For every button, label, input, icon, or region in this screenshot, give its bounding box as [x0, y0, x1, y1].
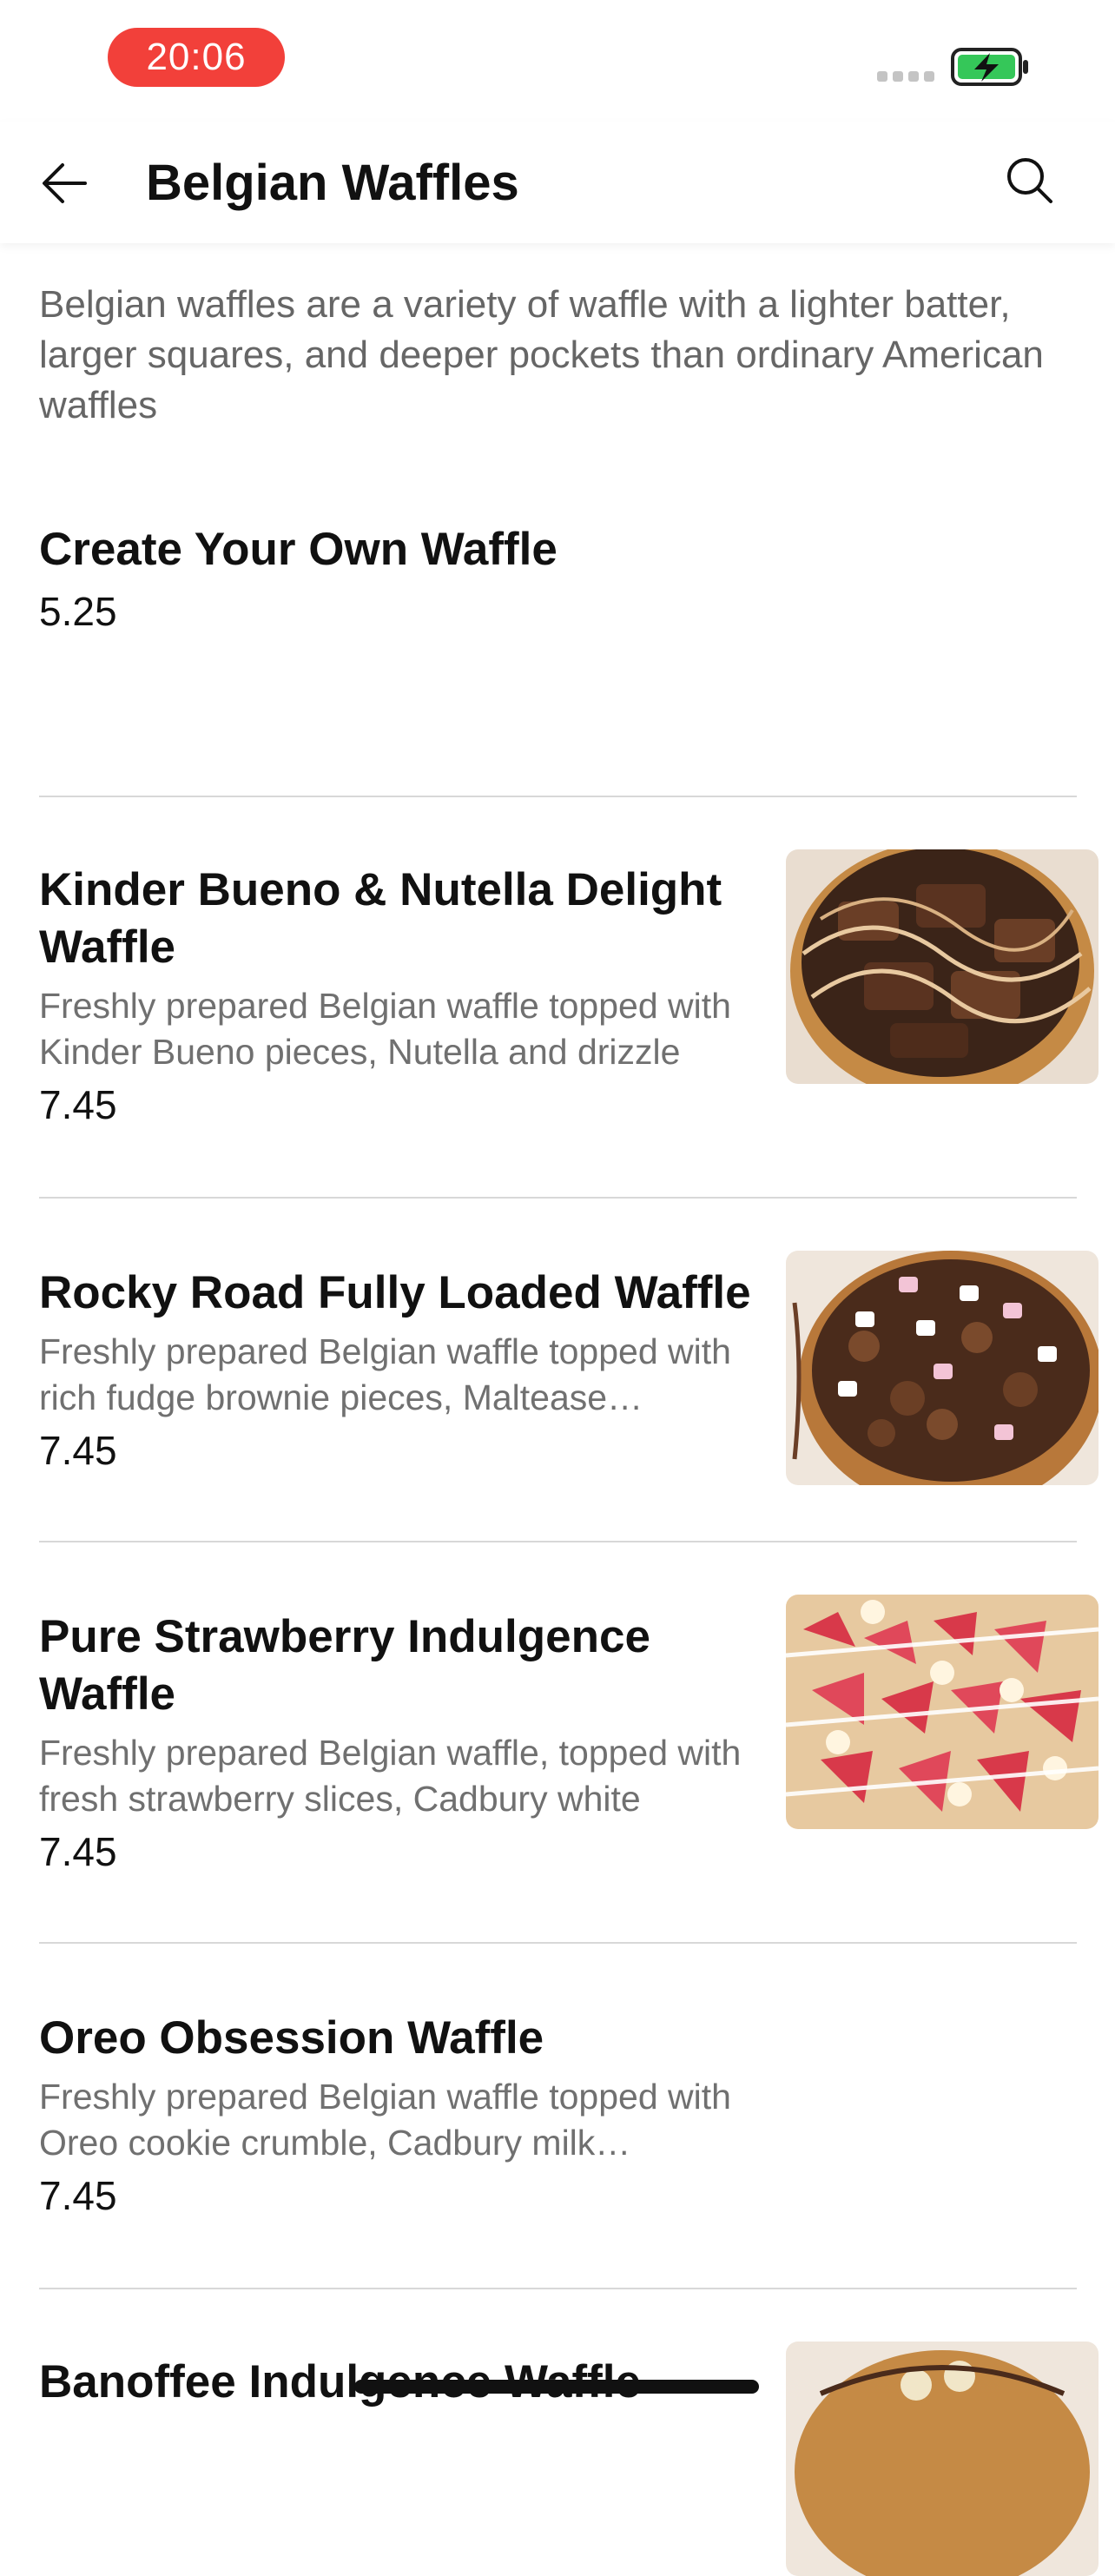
status-time: 20:06 — [108, 28, 285, 87]
back-arrow-icon[interactable] — [36, 153, 97, 214]
item-name: Kinder Bueno & Nutella Delight Waffle — [39, 864, 722, 973]
item-price: 7.45 — [39, 1082, 117, 1127]
cellular-signal-icon — [877, 71, 936, 83]
item-photo — [786, 1251, 1099, 1485]
divider — [39, 1942, 1077, 1944]
item-price: 7.45 — [39, 1428, 117, 1473]
page-title: Belgian Waffles — [146, 155, 519, 211]
item-name: Rocky Road Fully Loaded Waffle — [39, 1267, 751, 1318]
item-name: Pure Strawberry Indulgence Waffle — [39, 1611, 650, 1720]
item-price: 5.25 — [39, 589, 117, 634]
menu-item-kinder-bueno[interactable]: Kinder Bueno & Nutella Delight Waffle Fr… — [39, 849, 1099, 1131]
item-description: Freshly prepared Belgian waffle, topped … — [39, 1733, 742, 1819]
category-description: Belgian waffles are a variety of waffle … — [39, 283, 1044, 426]
divider — [39, 2288, 1077, 2289]
top-app-bar: Belgian Waffles — [0, 122, 1115, 243]
item-name: Create Your Own Waffle — [39, 524, 558, 575]
battery-charging-icon — [951, 48, 1028, 86]
menu-item-pure-strawberry[interactable]: Pure Strawberry Indulgence Waffle Freshl… — [39, 1595, 1099, 1878]
search-icon[interactable] — [999, 149, 1061, 212]
menu-item-create-your-own[interactable]: Create Your Own Waffle 5.25 — [39, 521, 1090, 637]
item-description: Freshly prepared Belgian waffle topped w… — [39, 2077, 731, 2163]
item-price: 7.45 — [39, 2173, 117, 2218]
divider — [39, 796, 1077, 797]
menu-item-rocky-road[interactable]: Rocky Road Fully Loaded Waffle Freshly p… — [39, 1251, 1099, 1485]
item-photo — [786, 1595, 1099, 1829]
menu-item-oreo-obsession[interactable]: Oreo Obsession Waffle Freshly prepared B… — [39, 2010, 1090, 2222]
item-price: 7.45 — [39, 1829, 117, 1874]
item-photo — [786, 2342, 1099, 2576]
item-name: Oreo Obsession Waffle — [39, 2012, 544, 2064]
status-bar: 20:06 — [0, 0, 1115, 122]
item-description: Freshly prepared Belgian waffle topped w… — [39, 1331, 731, 1417]
item-photo — [786, 849, 1099, 1084]
divider — [39, 1197, 1077, 1199]
divider — [39, 1541, 1077, 1542]
home-indicator — [354, 2380, 759, 2394]
item-description: Freshly prepared Belgian waffle topped w… — [39, 986, 731, 1072]
